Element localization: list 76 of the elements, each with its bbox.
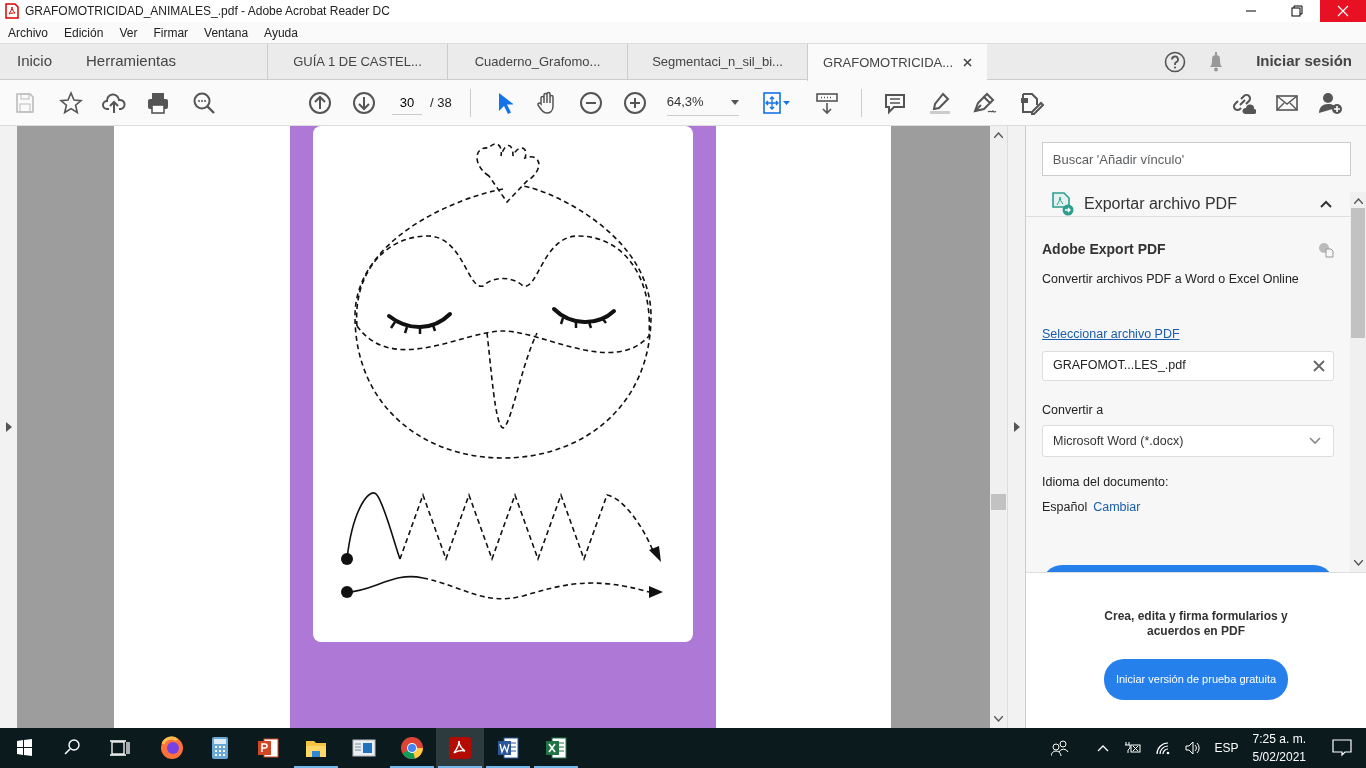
- panel-scrollbar[interactable]: [1350, 192, 1366, 572]
- wifi-icon[interactable]: [1154, 741, 1171, 755]
- zoom-dropdown[interactable]: 64,3%: [666, 89, 739, 116]
- section-header[interactable]: Exportar archivo PDF: [1026, 192, 1350, 217]
- word-app-icon: [496, 736, 520, 760]
- acrobat-icon: [5, 3, 19, 19]
- export-pdf-icon: [1052, 192, 1074, 216]
- description-text: Convertir archivos PDF a Word o Excel Online: [1042, 271, 1300, 288]
- menu-item[interactable]: Ayuda: [264, 23, 298, 42]
- scrollbar[interactable]: [990, 126, 1007, 728]
- search-field[interactable]: Buscar 'Añadir vínculo': [1042, 142, 1351, 176]
- scroll-down-icon[interactable]: [1353, 560, 1363, 566]
- firefox-icon: [160, 736, 184, 760]
- language-label: Idioma del documento:: [1042, 474, 1170, 492]
- star-icon[interactable]: [59, 90, 83, 115]
- menu-item[interactable]: Ver: [119, 23, 138, 42]
- highlighter-icon[interactable]: [927, 90, 952, 115]
- format-dropdown[interactable]: Microsoft Word (*.docx): [1042, 425, 1334, 458]
- zoom-search-icon[interactable]: [192, 90, 216, 115]
- collapse-icon: [1320, 199, 1332, 209]
- menu-item[interactable]: Edición: [64, 23, 104, 42]
- change-language-link[interactable]: Cambiar: [1093, 498, 1141, 517]
- cloud-upload-icon[interactable]: [102, 90, 128, 115]
- chevron-down-icon: [1309, 437, 1321, 446]
- clear-icon[interactable]: [1313, 359, 1325, 372]
- fit-page-icon[interactable]: [760, 90, 791, 115]
- right-panel-toggle[interactable]: [1007, 126, 1025, 728]
- people-icon[interactable]: [1050, 740, 1069, 756]
- document-tab[interactable]: GRAFOMOTRICIDA...: [807, 44, 988, 81]
- file-name: GRAFOMOT...LES_.pdf: [1053, 357, 1186, 375]
- printer-icon[interactable]: [146, 90, 170, 115]
- promo-text: Crea, edita y firma formularios y acuerdos en PDF: [1103, 609, 1289, 639]
- scroll-thumb[interactable]: [1351, 208, 1365, 338]
- page-number-field[interactable]: 30: [392, 90, 422, 115]
- free-trial-button[interactable]: Iniciar versión de prueba gratuita: [1103, 659, 1289, 700]
- online-document-icon: [1318, 241, 1334, 258]
- scroll-up-icon[interactable]: [994, 132, 1003, 138]
- menu-item[interactable]: Ventana: [204, 23, 249, 42]
- sign-in-button[interactable]: Iniciar sesión: [1256, 50, 1352, 73]
- acrobat-icon: [448, 736, 472, 760]
- chevron-up-icon[interactable]: [1096, 744, 1109, 752]
- notification-icon[interactable]: [1332, 739, 1352, 757]
- select-file-link[interactable]: Seleccionar archivo PDF: [1042, 324, 1180, 344]
- nav-tab[interactable]: Herramientas: [69, 44, 268, 79]
- spreadsheet-app-icon: [544, 736, 568, 760]
- menu-item[interactable]: Archivo: [8, 23, 48, 42]
- nav-tab[interactable]: Inicio: [0, 44, 70, 79]
- expand-icon: [1013, 422, 1020, 432]
- clock[interactable]: 7:25 a. m. 5/02/2021: [1252, 730, 1306, 766]
- scroll-down-icon[interactable]: [994, 716, 1003, 722]
- add-user-icon[interactable]: [1317, 90, 1344, 115]
- zoom-out-icon[interactable]: [578, 90, 603, 115]
- zoom-in-icon[interactable]: [622, 90, 647, 115]
- window-app-icon: [352, 736, 376, 760]
- battery-icon[interactable]: [1122, 742, 1141, 754]
- expand-icon: [5, 422, 12, 432]
- scroll-up-icon[interactable]: [1353, 198, 1363, 204]
- clock-time: 7:25 a. m.: [1252, 731, 1306, 748]
- language-value: Español: [1042, 499, 1088, 516]
- keyboard-language[interactable]: ESP: [1214, 739, 1239, 757]
- clock-date: 5/02/2021: [1252, 749, 1306, 766]
- close-icon[interactable]: [963, 58, 973, 67]
- left-panel-toggle[interactable]: [0, 126, 17, 728]
- page-total: / 38: [430, 93, 452, 112]
- menu-item[interactable]: Firmar: [153, 23, 189, 42]
- section-heading: Adobe Export PDF: [1042, 240, 1166, 259]
- scroll-thumb[interactable]: [991, 494, 1006, 510]
- scroll-mode-icon[interactable]: [814, 90, 839, 115]
- presentation-app-icon: [256, 736, 280, 760]
- pen-sign-icon[interactable]: [971, 90, 998, 115]
- window-title: GRAFOMOTRICIDAD_ANIMALES_.pdf - Adobe Acrobat Reader DC: [25, 3, 390, 20]
- speaker-icon[interactable]: [1184, 741, 1201, 755]
- caret-icon: [730, 99, 739, 105]
- help-icon[interactable]: [1164, 50, 1187, 73]
- convert-label: Convertir a: [1042, 401, 1105, 419]
- chrome-icon: [400, 736, 424, 760]
